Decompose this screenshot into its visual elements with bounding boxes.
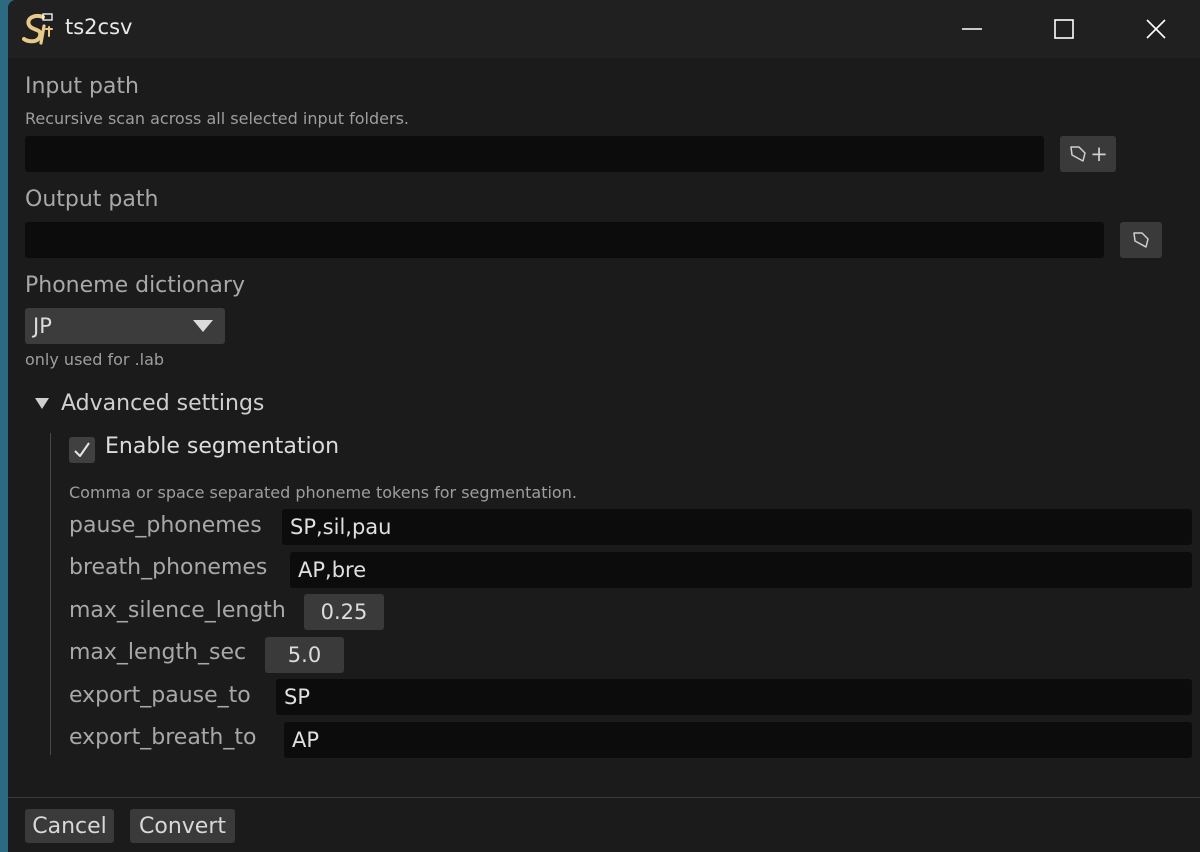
folder-icon <box>1133 232 1149 248</box>
app-window: ts2csv Input path Recursive scan across … <box>8 0 1200 852</box>
footer-divider <box>8 797 1200 798</box>
enable-segmentation-label: Enable segmentation <box>105 434 340 459</box>
max-silence-length-drag-value[interactable]: 0.25 <box>304 594 384 630</box>
browse-output-folder-button[interactable] <box>1120 222 1162 258</box>
checkmark-icon <box>74 442 90 457</box>
advanced-settings-title: Advanced settings <box>61 391 265 416</box>
close-icon <box>1146 19 1166 39</box>
window-title: ts2csv <box>65 15 133 39</box>
pause-phonemes-input[interactable] <box>282 509 1192 545</box>
phoneme-dictionary-label: Phoneme dictionary <box>25 273 245 298</box>
phoneme-dictionary-value: JP <box>33 314 52 338</box>
export-breath-to-input[interactable] <box>284 722 1192 758</box>
main-form: Input path Recursive scan across all sel… <box>25 58 1200 798</box>
max-silence-length-label: max_silence_length <box>69 598 286 623</box>
advanced-indent-guide <box>50 433 51 755</box>
add-input-folder-button[interactable]: + <box>1060 136 1116 172</box>
minimize-icon <box>962 28 982 30</box>
phoneme-dictionary-hint: only used for .lab <box>25 350 165 369</box>
max-length-sec-label: max_length_sec <box>69 640 247 665</box>
enable-segmentation-checkbox[interactable] <box>69 437 95 463</box>
title-bar[interactable]: ts2csv <box>8 0 1200 58</box>
si-logo-icon <box>22 12 54 46</box>
input-path-field[interactable] <box>25 136 1044 172</box>
input-path-label: Input path <box>25 74 139 99</box>
max-length-sec-drag-value[interactable]: 5.0 <box>265 637 344 673</box>
minimize-button[interactable] <box>926 0 1018 58</box>
advanced-settings-header[interactable]: Advanced settings <box>35 391 264 416</box>
cancel-button[interactable]: Cancel <box>25 809 114 843</box>
triangle-down-icon <box>193 320 213 332</box>
export-breath-to-label: export_breath_to <box>69 725 257 750</box>
breath-phonemes-label: breath_phonemes <box>69 555 268 580</box>
segmentation-hint: Comma or space separated phoneme tokens … <box>69 483 577 502</box>
triangle-down-icon <box>35 398 49 409</box>
output-path-field[interactable] <box>25 222 1104 258</box>
breath-phonemes-input[interactable] <box>290 552 1192 588</box>
pause-phonemes-label: pause_phonemes <box>69 513 262 538</box>
maximize-icon <box>1054 19 1074 39</box>
close-button[interactable] <box>1110 0 1200 58</box>
phoneme-dictionary-select[interactable]: JP <box>25 308 225 344</box>
plus-icon: + <box>1090 141 1108 166</box>
convert-button[interactable]: Convert <box>130 809 235 843</box>
export-pause-to-input[interactable] <box>276 679 1192 715</box>
input-path-hint: Recursive scan across all selected input… <box>25 109 409 128</box>
folder-icon <box>1070 146 1086 162</box>
export-pause-to-label: export_pause_to <box>69 683 251 708</box>
output-path-label: Output path <box>25 187 159 212</box>
maximize-button[interactable] <box>1018 0 1110 58</box>
